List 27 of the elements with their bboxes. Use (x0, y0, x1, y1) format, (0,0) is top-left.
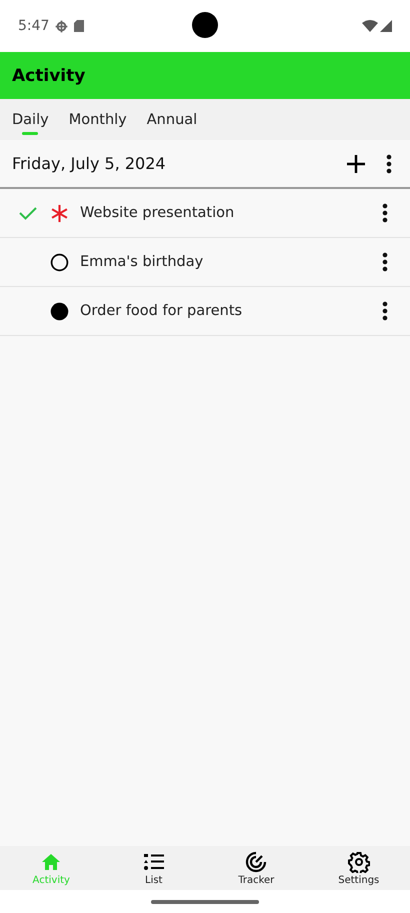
circle-icon (50, 252, 69, 272)
wifi-icon (362, 20, 378, 32)
asterisk-icon (50, 204, 69, 222)
tab[interactable]: Annual (136, 99, 208, 140)
tab[interactable]: Daily (2, 99, 59, 140)
more-icon[interactable] (386, 154, 392, 174)
more-icon[interactable] (382, 203, 388, 223)
nav-item[interactable]: Tracker (205, 846, 308, 890)
activity-title: Order food for parents (80, 303, 244, 319)
settings-icon (348, 850, 370, 872)
filled-circle-icon (50, 302, 69, 320)
activity-title: Emma's birthday (80, 254, 204, 270)
more-icon[interactable] (382, 301, 388, 321)
status-time: 5:47 (18, 18, 50, 34)
date-heading: Friday, July 5, 2024 (12, 154, 167, 173)
camera-hole (192, 12, 218, 38)
radar-icon (245, 850, 268, 872)
app-title: Activity (12, 66, 86, 86)
gesture-handle[interactable] (151, 900, 259, 904)
more-icon[interactable] (382, 252, 388, 272)
signal-icon (380, 20, 392, 32)
add-icon[interactable] (346, 154, 366, 174)
nav-item[interactable]: List (102, 846, 205, 890)
sd-card-icon (74, 20, 84, 32)
tab[interactable]: Monthly (58, 99, 137, 140)
nav-item[interactable]: Settings (308, 846, 410, 890)
activity-title: Website presentation (80, 205, 236, 221)
